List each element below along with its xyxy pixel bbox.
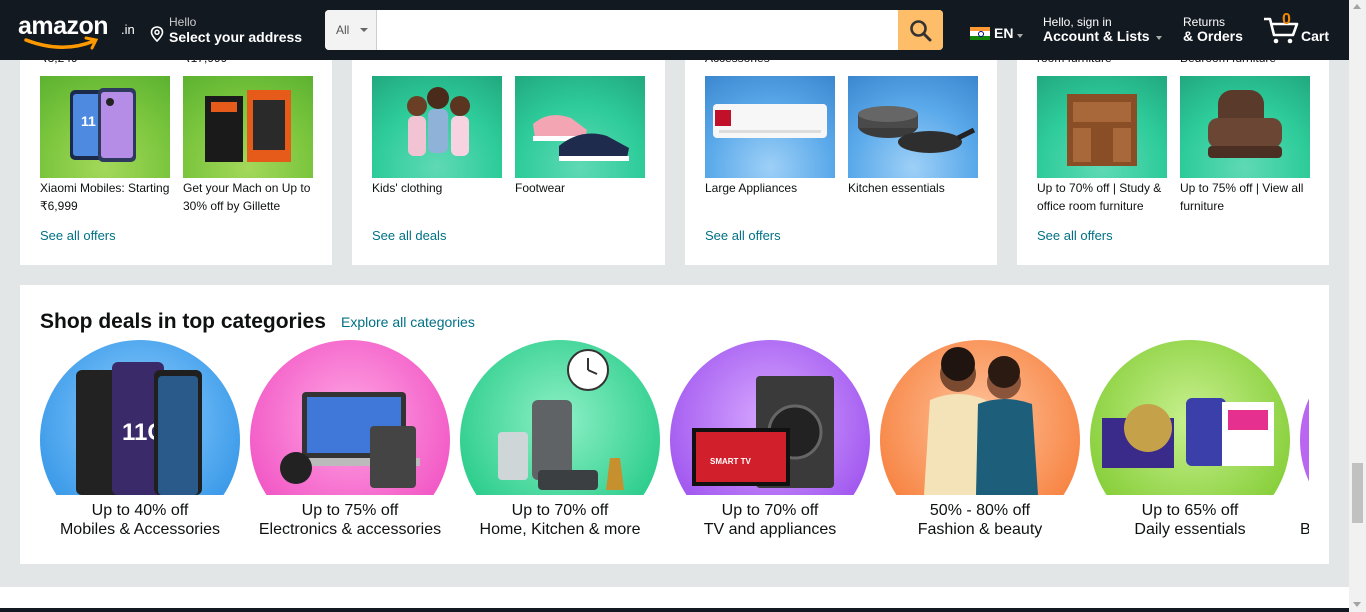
- language-label: EN: [994, 25, 1014, 41]
- smile-arrow-icon: [24, 36, 99, 50]
- deal-card-appliances: Accessories Large Appliances Kitchen ess…: [685, 30, 997, 265]
- see-all-deals-link[interactable]: See all deals: [372, 228, 446, 243]
- returns-label: Returns: [1183, 15, 1226, 29]
- logo-suffix: .in: [121, 22, 135, 37]
- category-electronics[interactable]: Up to 75% off Electronics & accessories: [250, 340, 450, 540]
- razor-image: [205, 90, 291, 162]
- category-partial[interactable]: B: [1300, 340, 1309, 540]
- category-discount: Up to 70% off: [721, 502, 819, 519]
- delivery-address[interactable]: Hello Select your address: [150, 14, 310, 48]
- electronics-image: [280, 392, 420, 488]
- shoes-image: [533, 115, 629, 161]
- tile-caption[interactable]: Kids' clothing: [372, 179, 507, 197]
- category-discount: Up to 65% off: [1141, 502, 1239, 519]
- search-icon: [910, 20, 932, 42]
- scrollbar-thumb[interactable]: [1352, 463, 1363, 523]
- tile-caption[interactable]: Up to 75% off | View all furniture: [1180, 179, 1315, 215]
- search-button[interactable]: [898, 10, 943, 50]
- search-input[interactable]: [378, 10, 898, 50]
- category-fashion-beauty[interactable]: 50% - 80% off Fashion & beauty: [880, 340, 1080, 540]
- category-mobiles[interactable]: 11GB Up to 40% off Mobiles & Accessories: [40, 340, 240, 540]
- tile-caption[interactable]: Kitchen essentials: [848, 179, 983, 197]
- cart-icon: [1264, 17, 1299, 44]
- chevron-down-icon: [360, 28, 368, 32]
- india-flag-icon: [970, 27, 990, 40]
- category-name: Daily essentials: [1134, 521, 1246, 538]
- returns-and-orders[interactable]: Returns & Orders: [1183, 15, 1253, 49]
- recliner-image: [1208, 90, 1282, 158]
- top-categories-section: Shop deals in top categories Explore all…: [20, 285, 1329, 564]
- tile-all-furniture[interactable]: [1180, 76, 1310, 178]
- language-selector[interactable]: EN: [970, 25, 1026, 45]
- cart-button[interactable]: 0 Cart: [1262, 11, 1334, 48]
- category-discount: Up to 75% off: [301, 502, 399, 519]
- tv-appliances-image: SMART TV: [692, 376, 834, 488]
- chevron-down-icon: [1017, 34, 1023, 38]
- see-all-offers-link[interactable]: See all offers: [1037, 228, 1113, 243]
- see-all-offers-link[interactable]: See all offers: [40, 228, 116, 243]
- kitchen-image: [498, 349, 624, 490]
- tile-caption[interactable]: Get your Mach on Up to 30% off by Gillet…: [183, 179, 318, 215]
- address-greeting: Hello: [169, 15, 197, 29]
- tile-kids-clothing[interactable]: [372, 76, 502, 178]
- search-bar: All: [325, 10, 943, 50]
- account-greeting: Hello, sign in: [1043, 15, 1112, 29]
- scroll-up-arrow-icon[interactable]: [1353, 4, 1361, 9]
- cookware-image: [858, 106, 976, 153]
- search-category-label: All: [336, 23, 350, 37]
- deal-card-mobiles: ₹3,249 ₹17,999 11 Xiaomi Mobiles: Starti…: [20, 30, 332, 265]
- study-table-image: [1067, 94, 1137, 166]
- see-all-offers-link[interactable]: See all offers: [705, 228, 781, 243]
- account-and-lists[interactable]: Hello, sign in Account & Lists: [1043, 15, 1168, 49]
- cart-count: 0: [1282, 11, 1291, 28]
- account-label: Account & Lists: [1043, 28, 1150, 44]
- top-nav-bar: amazon .in Hello Select your address All: [0, 0, 1349, 60]
- kids-image: [407, 87, 470, 156]
- category-tv-appliances[interactable]: SMART TV Up to 70% off TV and appliances: [670, 340, 870, 540]
- tile-caption[interactable]: Up to 70% off | Study & office room furn…: [1037, 179, 1172, 215]
- tile-study-furniture[interactable]: [1037, 76, 1167, 178]
- category-daily-essentials[interactable]: Up to 65% off Daily essentials: [1090, 340, 1290, 540]
- next-section-edge: [0, 608, 1349, 612]
- fashion-image: [924, 347, 1038, 495]
- orders-label: & Orders: [1183, 28, 1243, 44]
- category-discount: 50% - 80% off: [929, 502, 1031, 519]
- category-name: Fashion & beauty: [917, 521, 1043, 538]
- svg-text:SMART TV: SMART TV: [710, 457, 752, 466]
- tile-footwear[interactable]: [515, 76, 645, 178]
- daily-essentials-image: [1102, 398, 1274, 468]
- scroll-down-arrow-icon[interactable]: [1353, 602, 1361, 607]
- tile-xiaomi-mobiles[interactable]: 11: [40, 76, 170, 178]
- category-name: TV and appliances: [703, 521, 837, 538]
- category-home-kitchen[interactable]: Up to 70% off Home, Kitchen & more: [460, 340, 660, 540]
- mobiles-image: 11GB: [76, 362, 202, 495]
- tile-caption[interactable]: Xiaomi Mobiles: Starting ₹6,999: [40, 179, 175, 215]
- category-discount: Up to 40% off: [91, 502, 189, 519]
- air-conditioner-image: [713, 104, 827, 138]
- tile-caption[interactable]: Large Appliances: [705, 179, 840, 197]
- cart-label: Cart: [1301, 28, 1330, 44]
- search-category-dropdown[interactable]: All: [325, 10, 377, 50]
- chevron-down-icon: [1156, 36, 1162, 40]
- address-prompt: Select your address: [169, 29, 303, 45]
- category-name: B: [1300, 521, 1309, 538]
- svg-text:11: 11: [81, 113, 96, 129]
- location-pin-icon: [150, 26, 164, 42]
- tile-large-appliances[interactable]: [705, 76, 835, 178]
- category-name: Mobiles & Accessories: [59, 521, 221, 538]
- amazon-logo[interactable]: amazon .in: [18, 10, 136, 50]
- phone-image: 11: [70, 88, 136, 162]
- category-discount: Up to 70% off: [511, 502, 609, 519]
- category-name: Electronics & accessories: [258, 521, 442, 538]
- tile-caption[interactable]: Footwear: [515, 179, 650, 197]
- tile-kitchen-essentials[interactable]: [848, 76, 978, 178]
- deal-card-fashion: Kids' clothing Footwear See all deals: [352, 30, 665, 265]
- page-scrollbar[interactable]: [1349, 0, 1366, 612]
- section-title: Shop deals in top categories: [40, 310, 326, 333]
- category-name: Home, Kitchen & more: [479, 521, 641, 538]
- explore-all-categories-link[interactable]: Explore all categories: [341, 314, 475, 330]
- tile-gillette[interactable]: [183, 76, 313, 178]
- deal-card-furniture: room furniture Bedroom furniture Up to 7…: [1017, 30, 1329, 265]
